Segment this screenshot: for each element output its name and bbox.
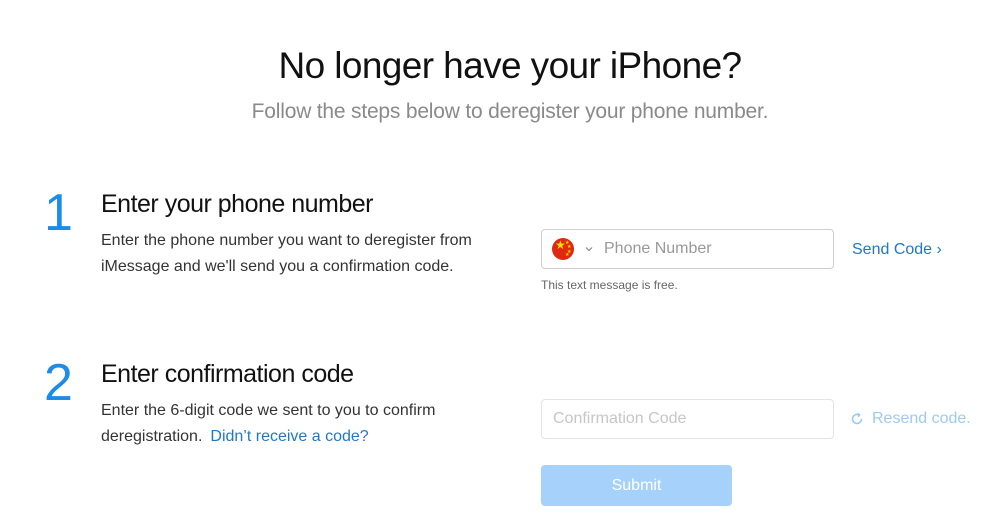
resend-code-label: Resend code.	[872, 410, 971, 427]
refresh-icon	[851, 412, 863, 425]
didnt-receive-code-link[interactable]: Didn’t receive a code?	[210, 428, 368, 445]
step-2-description: Enter the 6-digit code we sent to you to…	[101, 398, 481, 450]
confirmation-code-input[interactable]	[553, 410, 773, 428]
confirmation-code-input-group	[541, 399, 834, 439]
page-subtitle: Follow the steps below to deregister you…	[251, 100, 769, 123]
submit-button[interactable]: Submit	[541, 465, 732, 506]
step-1-description: Enter the phone number you want to dereg…	[101, 232, 472, 275]
china-flag-icon[interactable]: ★ ★ ★ ★ ★	[552, 238, 574, 260]
phone-input-group: ★ ★ ★ ★ ★	[541, 229, 834, 269]
phone-number-input[interactable]	[604, 240, 824, 258]
resend-code-link[interactable]: Resend code.	[850, 409, 971, 429]
send-code-link[interactable]: Send Code ›	[852, 240, 942, 260]
free-message-hint: This text message is free.	[541, 278, 678, 292]
step-1-number: 1	[44, 184, 73, 242]
step-2-number: 2	[44, 354, 73, 412]
chevron-down-icon[interactable]	[584, 244, 594, 254]
page-title: No longer have your iPhone?	[278, 45, 742, 86]
step-2-heading: Enter confirmation code	[101, 360, 354, 388]
step-1-heading: Enter your phone number	[101, 190, 374, 218]
